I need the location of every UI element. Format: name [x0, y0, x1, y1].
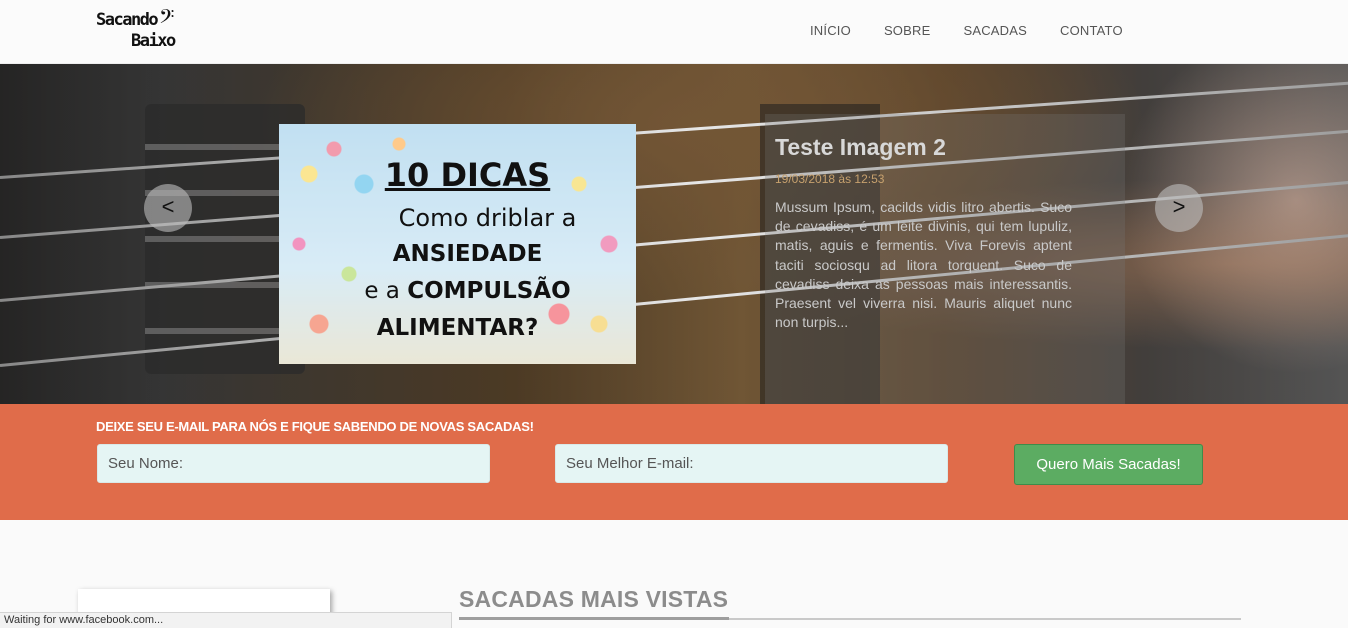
slide-image-line-5: ALIMENTAR? — [376, 315, 539, 341]
slide-title[interactable]: Teste Imagem 2 — [775, 134, 946, 161]
slide-description: Mussum Ipsum, cacilds vidis litro aberti… — [775, 199, 1072, 331]
section-divider-accent — [459, 617, 729, 620]
nav-item-sobre[interactable]: SOBRE — [884, 23, 931, 38]
newsletter-heading: DEIXE SEU E-MAIL PARA NÓS E FIQUE SABEND… — [96, 419, 534, 434]
bass-clef-icon: 𝄢 — [159, 5, 175, 33]
name-input[interactable] — [97, 444, 490, 483]
main-nav: INÍCIO SOBRE SACADAS CONTATO — [810, 23, 1123, 38]
slide-date: 19/03/2018 às 12:53 — [775, 172, 885, 186]
slide-image-line-4-prefix: e a — [364, 278, 408, 304]
section-title: SACADAS MAIS VISTAS — [459, 586, 729, 612]
nav-item-sacadas[interactable]: SACADAS — [963, 23, 1027, 38]
slide-image[interactable]: 10 DICAS Como driblar a ANSIEDADE e a CO… — [279, 124, 636, 364]
slide-image-line-1: 10 DICAS — [384, 156, 551, 194]
browser-status-bar: Waiting for www.facebook.com... — [0, 612, 452, 628]
subscribe-button[interactable]: Quero Mais Sacadas! — [1014, 444, 1203, 485]
logo-line-1: Sacando — [96, 10, 159, 30]
newsletter-section: DEIXE SEU E-MAIL PARA NÓS E FIQUE SABEND… — [0, 404, 1348, 520]
email-input[interactable] — [555, 444, 948, 483]
slide-image-line-4-bold: COMPULSÃO — [407, 278, 571, 304]
nav-item-contato[interactable]: CONTATO — [1060, 23, 1123, 38]
slide-image-line-2: Como driblar a — [398, 204, 577, 232]
background-hand — [1088, 64, 1348, 404]
slide-image-line-3: ANSIEDADE — [392, 241, 543, 267]
hero-carousel: 10 DICAS Como driblar a ANSIEDADE e a CO… — [0, 64, 1348, 404]
nav-item-inicio[interactable]: INÍCIO — [810, 23, 851, 38]
carousel-next-button[interactable]: > — [1155, 184, 1203, 232]
slide-image-line-4: e a COMPULSÃO — [289, 278, 636, 304]
site-header: Sacando 𝄢 Baixo INÍCIO SOBRE SACADAS CON… — [0, 0, 1348, 64]
logo-line-2: Baixo — [131, 31, 176, 51]
site-logo[interactable]: Sacando 𝄢 Baixo — [95, 5, 185, 55]
carousel-prev-button[interactable]: < — [144, 184, 192, 232]
